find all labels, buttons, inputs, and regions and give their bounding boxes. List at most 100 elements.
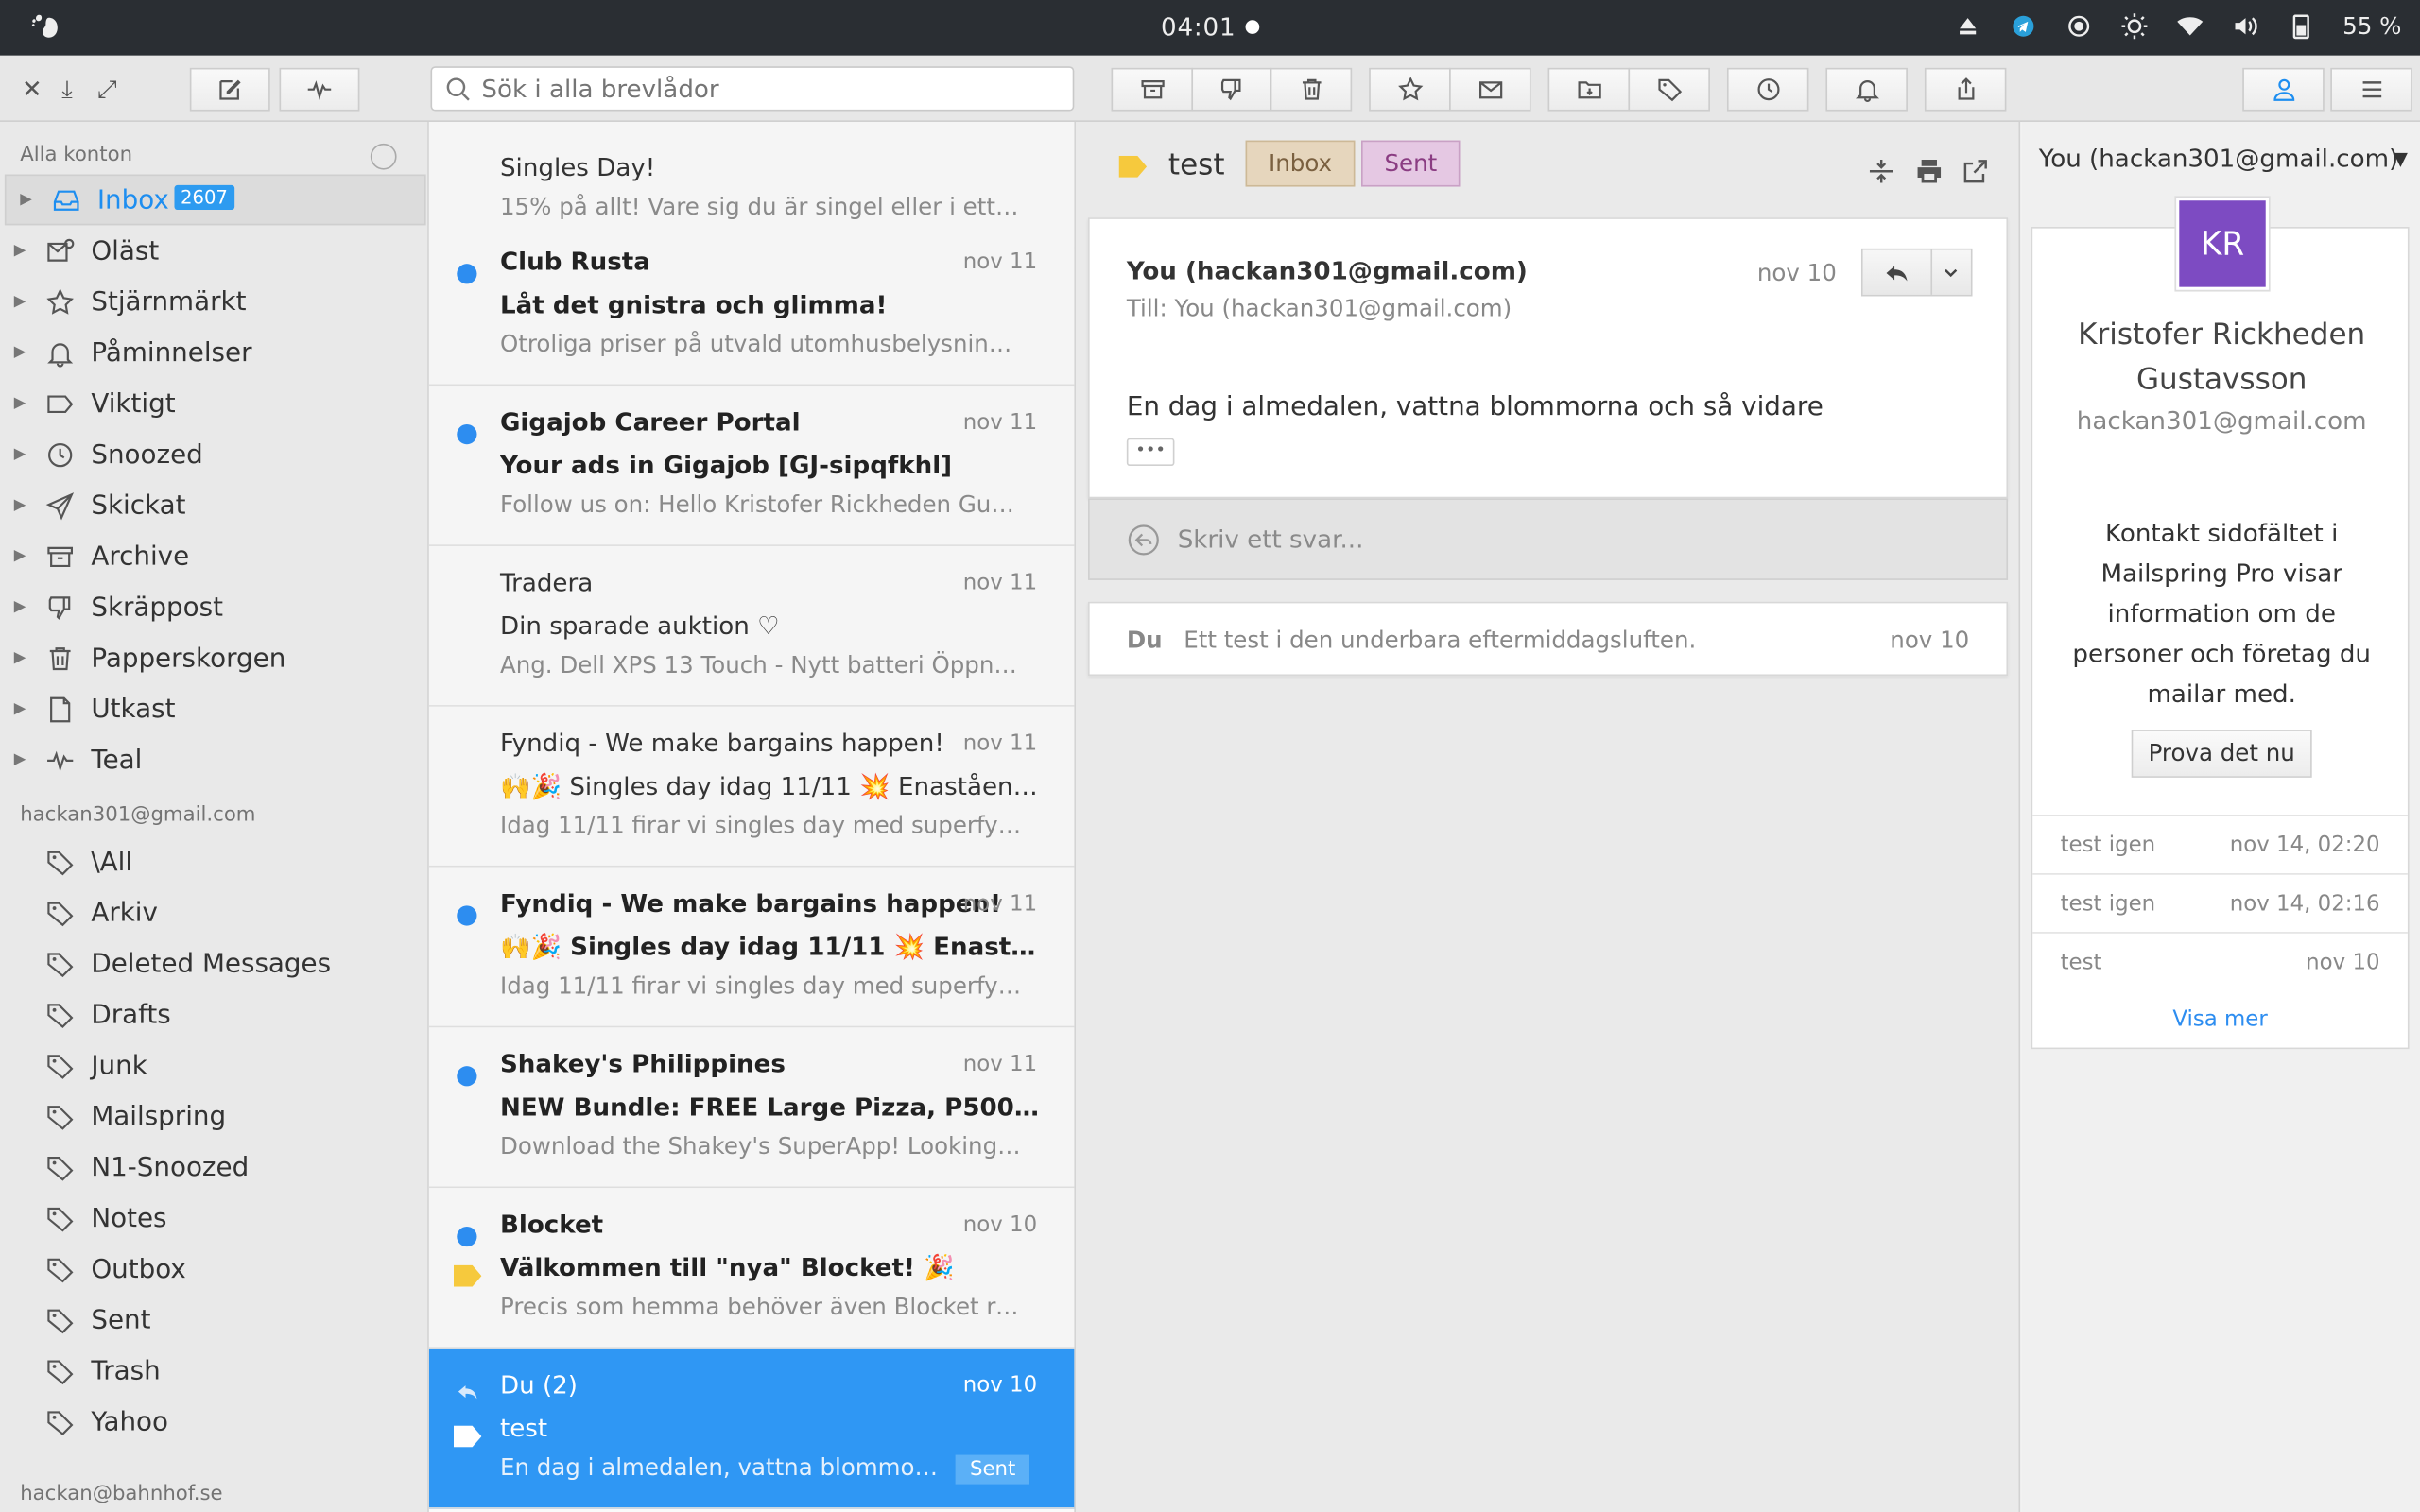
sidebar-item-viktigt[interactable]: ▶ Viktigt (0, 378, 427, 429)
eject-icon[interactable] (1954, 12, 1981, 40)
sidebar-item-oläst[interactable]: ▶ Oläst (0, 225, 427, 276)
message-list-item[interactable]: Fyndiq - We make bargains happen! nov 11 🙌… (428, 706, 1075, 868)
reply-button[interactable] (1863, 249, 1932, 295)
contact-email[interactable]: hackan301@gmail.com (2032, 405, 2411, 435)
sidebar-item-utkast[interactable]: ▶ Utkast (0, 683, 427, 734)
mark-unread-button[interactable] (1449, 67, 1531, 112)
menu-button[interactable] (2330, 67, 2412, 112)
sidebar-item-teal[interactable]: ▶ Teal (0, 734, 427, 785)
sidebar-folder[interactable]: Junk (0, 1040, 427, 1091)
collapsed-message[interactable]: Du Ett test i den underbara eftermiddags… (1088, 601, 2009, 677)
contact-thread-row[interactable]: test nov 10 (2032, 932, 2408, 990)
contact-thread-row[interactable]: test igen nov 14, 02:20 (2032, 815, 2408, 873)
search-input[interactable] (481, 74, 1068, 104)
search-bar[interactable] (430, 66, 1075, 112)
message-list-item[interactable]: Fyndiq - We make bargains happen! nov 11 🙌… (428, 867, 1075, 1028)
sidebar-item-snoozed[interactable]: ▶ Snoozed (0, 429, 427, 480)
expand-arrow-icon[interactable]: ▶ (14, 548, 26, 565)
reply-placeholder[interactable]: Skriv ett svar... (1178, 524, 1364, 554)
message-list-item[interactable]: Gigajob Career Portal nov 11 Your ads in G… (428, 386, 1075, 546)
expand-arrow-icon[interactable]: ▶ (20, 191, 32, 208)
unread-dot[interactable] (457, 423, 477, 445)
wifi-icon[interactable] (2176, 12, 2204, 40)
activity-button[interactable] (279, 67, 360, 112)
unread-dot[interactable] (457, 905, 477, 926)
collapse-toggle-icon[interactable] (370, 143, 397, 170)
sidebar-item-skickat[interactable]: ▶ Skickat (0, 480, 427, 531)
snooze-button[interactable] (1726, 67, 1809, 112)
contact-sidebar-toggle[interactable] (2242, 67, 2325, 112)
volume-icon[interactable] (2232, 12, 2259, 40)
sidebar-folder[interactable]: Deleted Messages (0, 938, 427, 989)
message-card[interactable]: You (hackan301@gmail.com) Till: You (hac… (1088, 217, 2009, 499)
sidebar-item-stjärnmärkt[interactable]: ▶ Stjärnmärkt (0, 276, 427, 327)
label-inbox[interactable]: Inbox (1245, 140, 1356, 187)
sidebar-item-archive[interactable]: ▶ Archive (0, 531, 427, 582)
reply-button-group[interactable] (1860, 248, 1973, 297)
sidebar-item-papperskorgen[interactable]: ▶ Papperskorgen (0, 632, 427, 683)
record-icon[interactable] (2065, 12, 2092, 40)
try-pro-button[interactable]: Prova det nu (2131, 730, 2312, 778)
close-window-icon[interactable]: ✕ (22, 74, 43, 103)
minimize-window-icon[interactable]: ⤓ (61, 74, 73, 105)
sidebar-folder[interactable]: Outbox (0, 1244, 427, 1295)
sidebar-folder[interactable]: Mailspring (0, 1091, 427, 1142)
sidebar-folder[interactable]: Drafts (0, 989, 427, 1040)
message-list-item[interactable]: Shakey's Philippines nov 11 NEW Bundle: FR… (428, 1027, 1075, 1189)
apply-label-button[interactable] (1628, 67, 1710, 112)
reply-composer[interactable]: Skriv ett svar... (1088, 498, 2009, 580)
show-more-link[interactable]: Visa mer (2032, 1007, 2408, 1032)
expand-arrow-icon[interactable]: ▶ (14, 293, 26, 310)
reminder-button[interactable] (1825, 67, 1908, 112)
expand-arrow-icon[interactable]: ▶ (14, 649, 26, 666)
expand-all-icon[interactable] (1866, 156, 1897, 187)
expand-arrow-icon[interactable]: ▶ (14, 242, 26, 259)
message-list-item[interactable]: Du (2) nov 10 test En dag i almedalen, vatt… (428, 1348, 1075, 1509)
message-list[interactable]: Singles Day! 15% på allt! Vare sig du är … (428, 121, 1076, 1512)
sidebar-folder[interactable]: Yahoo (0, 1397, 427, 1448)
unread-dot[interactable] (457, 1066, 477, 1087)
dropdown-arrow-icon: ▼ (2393, 147, 2408, 170)
unread-dot[interactable] (457, 1226, 477, 1247)
popout-icon[interactable] (1960, 156, 1991, 187)
message-list-item[interactable]: Club Rusta nov 11 Låt det gnistra och glim… (428, 225, 1075, 387)
expand-arrow-icon[interactable]: ▶ (14, 700, 26, 717)
sidebar-item-inbox[interactable]: ▶ Inbox 2607 (4, 174, 426, 226)
sidebar-item-skräppost[interactable]: ▶ Skräppost (0, 582, 427, 633)
sidebar-folder[interactable]: \All (0, 836, 427, 887)
account-select[interactable]: You (hackan301@gmail.com) ▼ (2034, 137, 2412, 180)
maximize-window-icon[interactable]: ⤢ (97, 74, 117, 105)
battery-icon[interactable] (2287, 12, 2314, 40)
telegram-icon[interactable] (2010, 12, 2037, 40)
archive-button[interactable] (1111, 67, 1194, 112)
expand-arrow-icon[interactable]: ▶ (14, 395, 26, 412)
print-icon[interactable] (1913, 156, 1945, 187)
expand-arrow-icon[interactable]: ▶ (14, 751, 26, 768)
star-button[interactable] (1369, 67, 1451, 112)
sidebar-folder[interactable]: N1-Snoozed (0, 1142, 427, 1193)
sidebar-item-påminnelser[interactable]: ▶ Påminnelser (0, 327, 427, 378)
trash-button[interactable] (1270, 67, 1353, 112)
message-sender[interactable]: You (hackan301@gmail.com) (1127, 256, 1528, 285)
spam-button[interactable] (1191, 67, 1272, 112)
expand-arrow-icon[interactable]: ▶ (14, 497, 26, 514)
show-quoted-button[interactable]: ••• (1126, 438, 1175, 467)
system-tray[interactable]: 55 % (1954, 12, 2401, 40)
expand-arrow-icon[interactable]: ▶ (14, 598, 26, 615)
expand-arrow-icon[interactable]: ▶ (14, 344, 26, 361)
sidebar-folder[interactable]: Trash (0, 1346, 427, 1397)
expand-arrow-icon[interactable]: ▶ (14, 446, 26, 463)
compose-button[interactable] (189, 67, 270, 112)
reply-options-dropdown[interactable] (1932, 249, 1971, 294)
unread-dot[interactable] (457, 264, 477, 284)
contact-thread-row[interactable]: test igen nov 14, 02:16 (2032, 873, 2408, 932)
sidebar-folder[interactable]: Sent (0, 1295, 427, 1346)
share-button[interactable] (1924, 67, 2007, 112)
label-sent[interactable]: Sent (1360, 140, 1461, 187)
message-list-item[interactable]: Tradera nov 11 Din sparade auktion ♡ Ang. D… (428, 545, 1075, 707)
sidebar-folder[interactable]: Arkiv (0, 887, 427, 938)
move-to-folder-button[interactable] (1547, 67, 1631, 112)
sidebar-folder[interactable]: Notes (0, 1193, 427, 1244)
message-list-item[interactable]: Blocket nov 10 Välkommen till "nya" Blocke… (428, 1188, 1075, 1349)
brightness-icon[interactable] (2120, 12, 2148, 40)
